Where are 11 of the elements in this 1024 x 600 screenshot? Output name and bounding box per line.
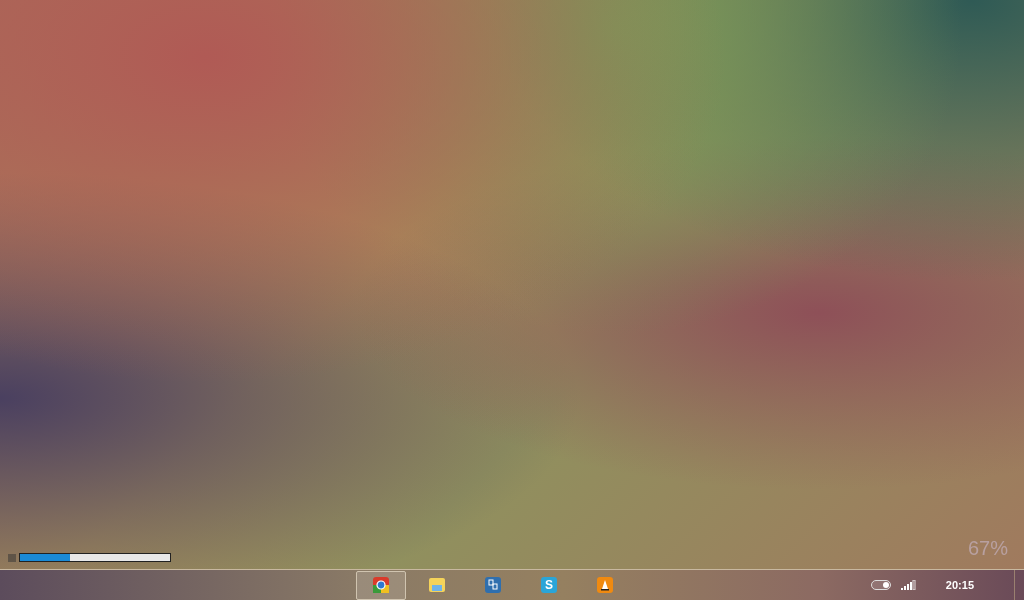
- battery-percentage: 67%: [967, 536, 1008, 561]
- toggle-switch[interactable]: [870, 580, 891, 590]
- chat-app-icon: S: [541, 577, 557, 593]
- traffic-cone-icon: [597, 577, 613, 593]
- grip-icon: [8, 553, 17, 562]
- signal-icon[interactable]: [900, 580, 916, 590]
- documents-icon: [485, 577, 501, 593]
- colorful-circle-icon: [373, 577, 389, 593]
- folder-icon: [429, 577, 445, 593]
- clock[interactable]: 20:15: [945, 576, 974, 594]
- taskbar-app-button[interactable]: [356, 570, 406, 600]
